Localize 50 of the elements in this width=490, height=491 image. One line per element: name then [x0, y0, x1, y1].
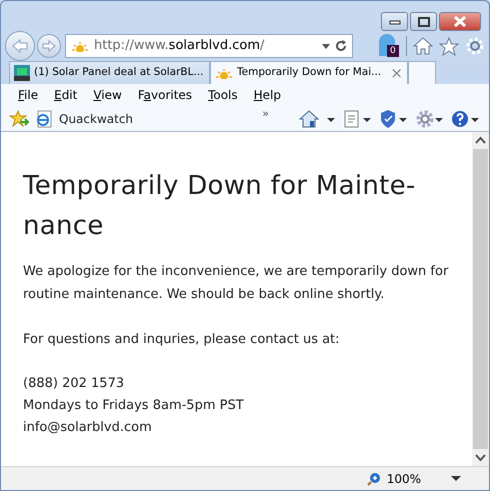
- paragraph: For questions and inquries, please contact us at:: [23, 331, 341, 349]
- minimize-button[interactable]: [381, 12, 408, 31]
- home-dropdown-icon[interactable]: [299, 108, 337, 128]
- notification-count: 0: [387, 45, 399, 57]
- zoom-icon[interactable]: [366, 472, 381, 486]
- favorites-star-icon[interactable]: [9, 110, 29, 128]
- contact-line: (888) 202 1573: [23, 375, 126, 393]
- browser-tab[interactable]: (1) Solar Panel deal at SolarBL...: [9, 61, 210, 84]
- sun-icon: [71, 40, 89, 52]
- tab-title: (1) Solar Panel deal at SolarBL...: [34, 65, 204, 80]
- maximize-button[interactable]: [410, 12, 437, 31]
- menu-item[interactable]: View: [86, 86, 129, 104]
- maximize-icon: [418, 16, 430, 26]
- tab-title: Temporarily Down for Mai...: [237, 65, 382, 80]
- scrollbar[interactable]: [472, 132, 489, 466]
- home-icon[interactable]: [413, 37, 433, 55]
- page-heading: Temporarily Down for Mainte-nance: [23, 170, 417, 243]
- menu-item[interactable]: Edit: [47, 86, 84, 104]
- web-page-icon: [35, 110, 53, 128]
- url-text: http://www.solarblvd.com/: [94, 37, 264, 56]
- overflow-chevron[interactable]: »: [262, 106, 269, 122]
- menu-item[interactable]: Favorites: [130, 86, 200, 104]
- contact-line: info@solarblvd.com: [23, 419, 153, 437]
- dropdown-icon[interactable]: [322, 44, 330, 48]
- shield-dropdown-icon[interactable]: [379, 108, 409, 128]
- forward-arrow-icon: [42, 40, 56, 52]
- address-bar[interactable]: http://www.solarblvd.com/: [65, 34, 353, 58]
- minimize-icon: [388, 18, 400, 24]
- browser-tab[interactable]: Temporarily Down for Mai... ×: [210, 61, 408, 84]
- help-dropdown-icon[interactable]: [451, 108, 481, 128]
- close-button[interactable]: [439, 12, 481, 31]
- refresh-icon[interactable]: [335, 40, 347, 52]
- menu-item[interactable]: Tools: [201, 86, 245, 104]
- back-button[interactable]: [5, 31, 35, 61]
- zoom-dropdown-icon[interactable]: [451, 476, 461, 482]
- back-arrow-icon: [11, 38, 29, 54]
- settings-icon[interactable]: [465, 36, 485, 56]
- menu-item[interactable]: File: [11, 86, 46, 104]
- paragraph: We apologize for the inconvenience, we are temporarily down for routine maintenance. We should be back online shortly.: [23, 263, 450, 304]
- zoom-level[interactable]: 100%: [386, 470, 421, 488]
- page-dropdown-icon[interactable]: [343, 108, 373, 128]
- site-favicon-icon: [14, 65, 30, 81]
- sun-icon: [215, 67, 233, 79]
- forward-button[interactable]: [37, 34, 61, 58]
- favorite-link[interactable]: Quackwatch: [59, 110, 134, 128]
- close-icon: [454, 16, 466, 27]
- contact-line: Mondays to Fridays 8am-5pm PST: [23, 397, 245, 415]
- settings-dropdown-icon[interactable]: [415, 108, 445, 128]
- menu-item[interactable]: Help: [246, 86, 288, 104]
- star-icon[interactable]: [439, 36, 459, 56]
